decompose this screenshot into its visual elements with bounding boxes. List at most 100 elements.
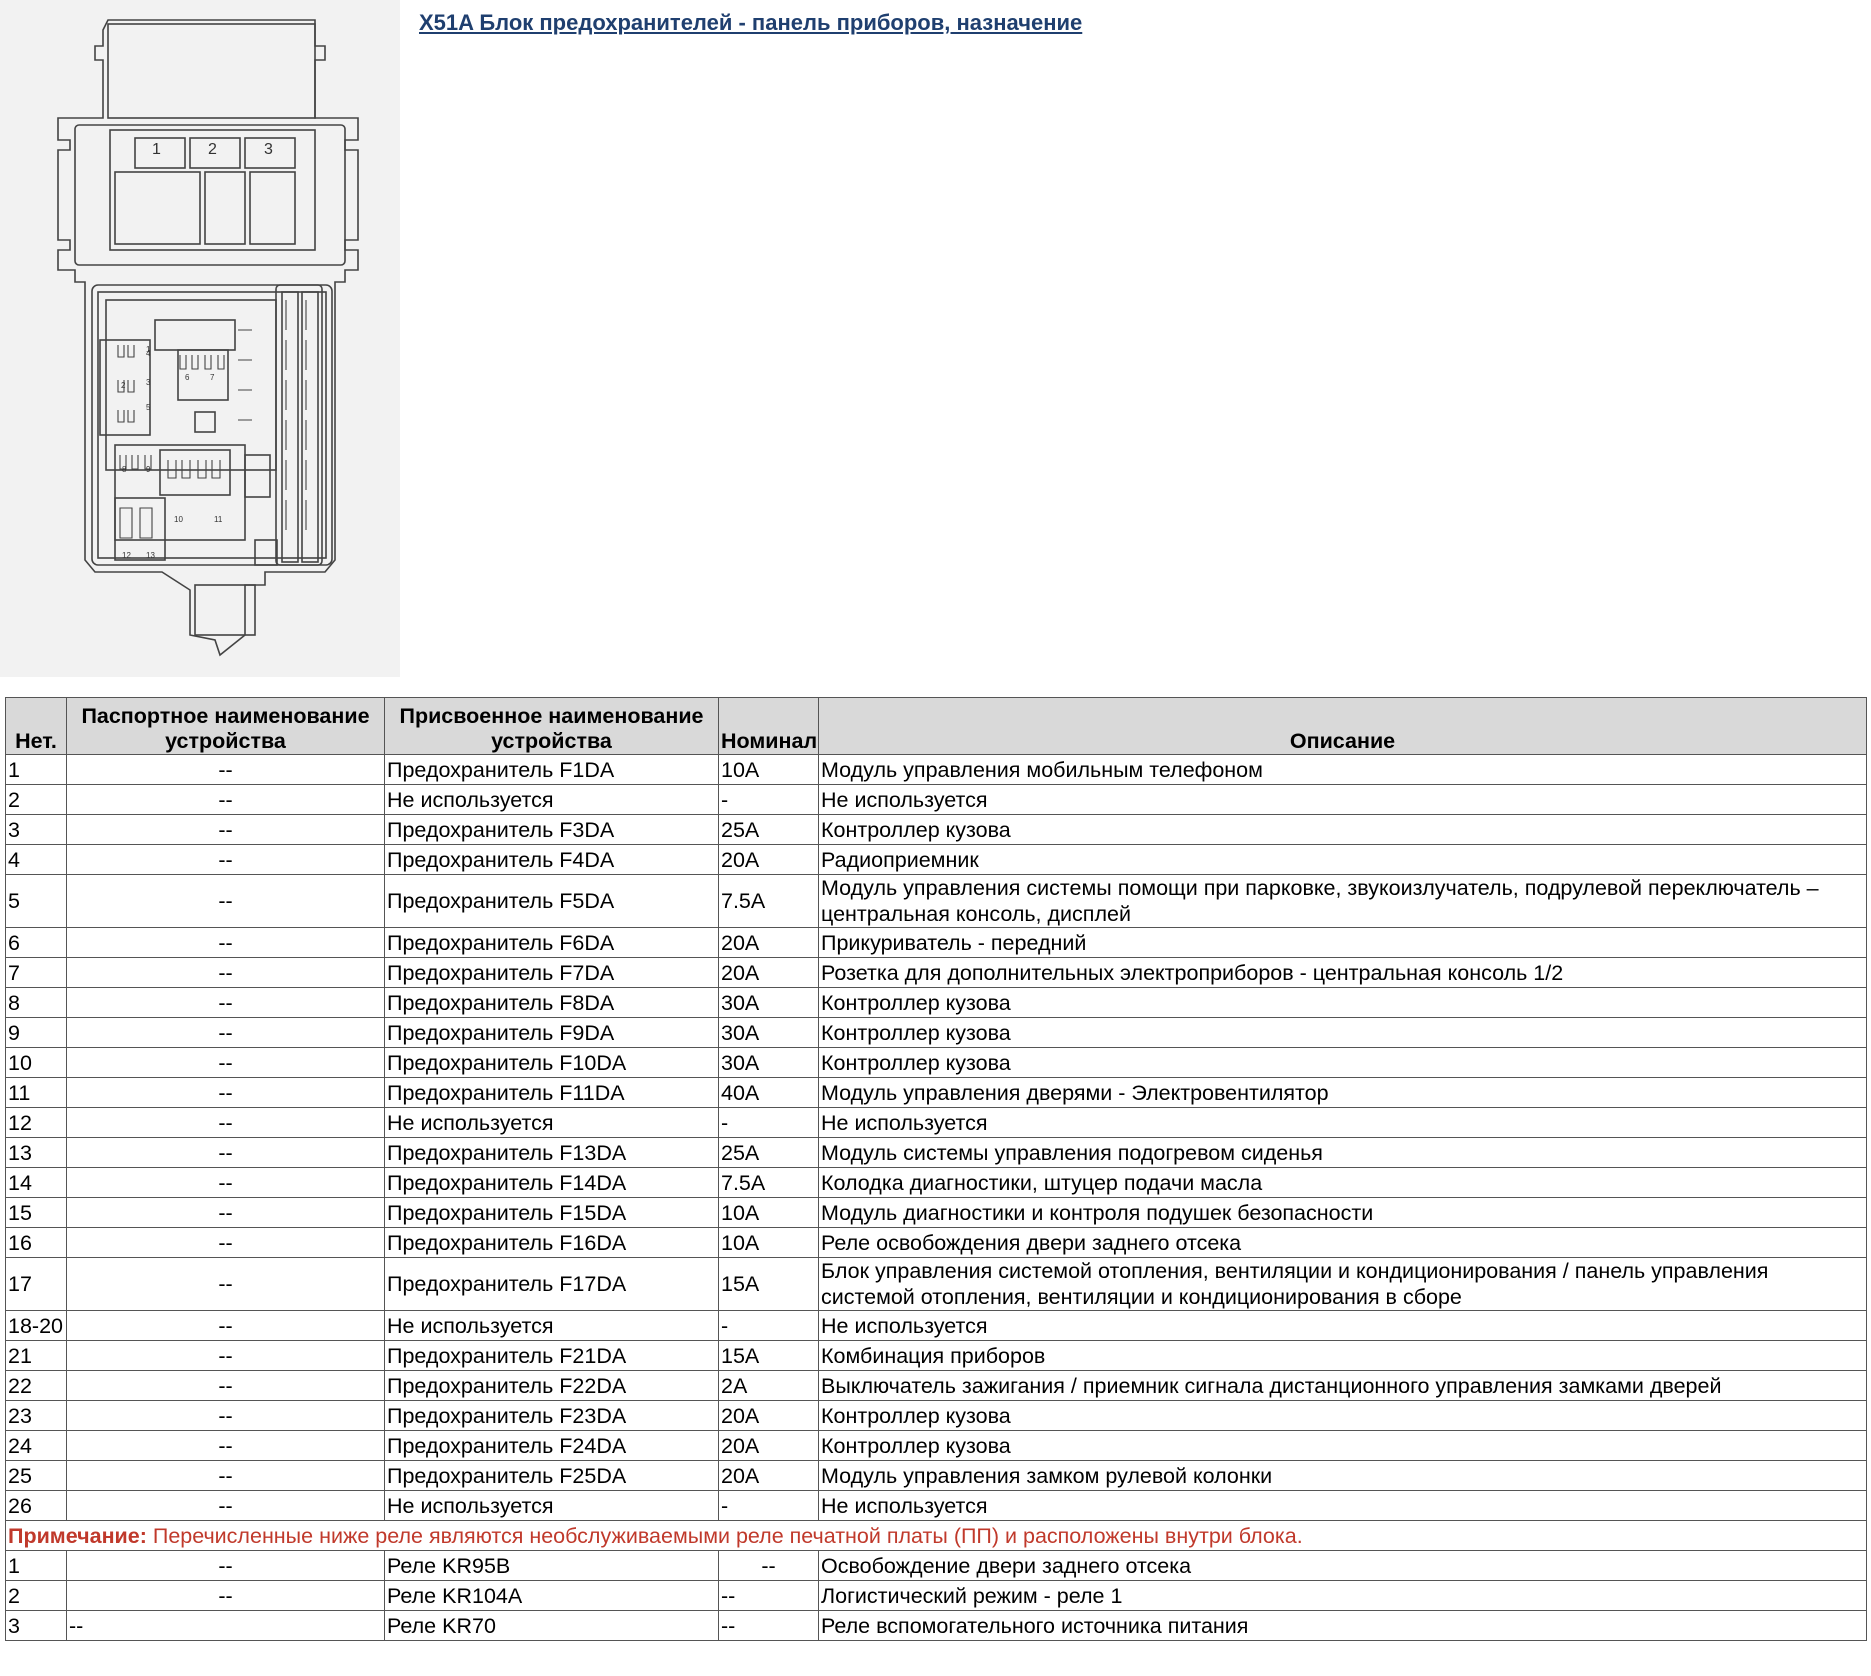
cell-description: Модуль управления мобильным телефоном	[818, 754, 1867, 785]
cell-num: 1	[5, 1550, 67, 1581]
table-row: 3 -- Предохранитель F3DA 25A Контроллер кузо…	[5, 814, 1867, 845]
cell-rating: 7.5A	[718, 874, 819, 928]
fuse-assignment-table: Нет. Паспортное наименование устройства …	[5, 697, 1867, 1641]
cell-description: Модуль управления дверями - Электровенти…	[818, 1077, 1867, 1108]
cell-num: 18-20	[5, 1310, 67, 1341]
cell-rating: 15A	[718, 1257, 819, 1311]
cell-num: 3	[5, 814, 67, 845]
fuse-label: 11	[214, 515, 223, 524]
cell-description: Контроллер кузова	[818, 814, 1867, 845]
cell-passport: --	[66, 784, 385, 815]
cell-rating: 20A	[718, 927, 819, 958]
cell-rating: 20A	[718, 957, 819, 988]
cell-num: 17	[5, 1257, 67, 1311]
page-title[interactable]: X51A Блок предохранителей - панель прибо…	[419, 10, 1082, 36]
cell-description: Прикуриватель - передний	[818, 927, 1867, 958]
cell-assigned: Предохранитель F13DA	[384, 1137, 719, 1168]
cell-num: 2	[5, 784, 67, 815]
table-row: 26 -- Не используется - Не используется	[5, 1490, 1867, 1521]
cell-rating: 10A	[718, 1227, 819, 1258]
cell-rating: 15A	[718, 1340, 819, 1371]
cell-rating: 20A	[718, 844, 819, 875]
cell-passport: --	[66, 1580, 385, 1611]
cell-description: Не используется	[818, 1107, 1867, 1138]
cell-description: Контроллер кузова	[818, 1047, 1867, 1078]
cell-assigned: Предохранитель F14DA	[384, 1167, 719, 1198]
cell-description: Не используется	[818, 784, 1867, 815]
fuse-label: 5	[146, 403, 151, 412]
cell-description: Выключатель зажигания / приемник сигнала…	[818, 1370, 1867, 1401]
cell-num: 15	[5, 1197, 67, 1228]
note-cell: Примечание: Перечисленные ниже реле явля…	[5, 1520, 1867, 1551]
fuse-label: 3	[146, 378, 151, 387]
cell-num: 2	[5, 1580, 67, 1611]
cell-num: 11	[5, 1077, 67, 1108]
cell-rating: 30A	[718, 987, 819, 1018]
cell-assigned: Не используется	[384, 784, 719, 815]
table-row: 10 -- Предохранитель F10DA 30A Контроллер ку…	[5, 1047, 1867, 1078]
cell-rating: --	[718, 1550, 819, 1581]
fuse-block-drawing: 1 2 3 1 2 3 4 5 6 7 8 9 10 11 12 13	[57, 19, 359, 657]
table-row: 15 -- Предохранитель F15DA 10A Модуль диагно…	[5, 1197, 1867, 1228]
cell-description: Контроллер кузова	[818, 987, 1867, 1018]
fuse-label: 9	[146, 465, 151, 474]
cell-description: Модуль управления системы помощи при пар…	[818, 874, 1867, 928]
cell-num: 23	[5, 1400, 67, 1431]
cell-rating: --	[718, 1580, 819, 1611]
table-row: 8 -- Предохранитель F8DA 30A Контроллер кузо…	[5, 987, 1867, 1018]
cell-assigned: Предохранитель F1DA	[384, 754, 719, 785]
cell-passport: --	[66, 1610, 385, 1641]
table-row: 13 -- Предохранитель F13DA 25A Модуль систем…	[5, 1137, 1867, 1168]
cell-num: 10	[5, 1047, 67, 1078]
cell-description: Розетка для дополнительных электроприбор…	[818, 957, 1867, 988]
table-row: 5 -- Предохранитель F5DA 7.5A Модуль управле…	[5, 874, 1867, 928]
cell-rating: 40A	[718, 1077, 819, 1108]
fuse-block-diagram: 1 2 3 1 2 3 4 5 6 7 8 9 10 11 12 13	[0, 0, 400, 677]
cell-assigned: Предохранитель F4DA	[384, 844, 719, 875]
cell-rating: -	[718, 1490, 819, 1521]
cell-rating: 20A	[718, 1400, 819, 1431]
relay-label: 2	[208, 141, 217, 158]
note-row: Примечание: Перечисленные ниже реле явля…	[5, 1520, 1867, 1551]
cell-description: Не используется	[818, 1310, 1867, 1341]
cell-description: Блок управления системой отопления, вент…	[818, 1257, 1867, 1311]
table-row: 9 -- Предохранитель F9DA 30A Контроллер кузо…	[5, 1017, 1867, 1048]
cell-assigned: Не используется	[384, 1310, 719, 1341]
cell-assigned: Предохранитель F11DA	[384, 1077, 719, 1108]
cell-num: 16	[5, 1227, 67, 1258]
cell-rating: 7.5A	[718, 1167, 819, 1198]
fuse-label: 8	[122, 465, 127, 474]
cell-assigned: Предохранитель F15DA	[384, 1197, 719, 1228]
table-row: 3 -- Реле KR70 -- Реле вспомогательного исто…	[5, 1610, 1867, 1641]
cell-assigned: Предохранитель F6DA	[384, 927, 719, 958]
table-row: 23 -- Предохранитель F23DA 20A Контроллер ку…	[5, 1400, 1867, 1431]
cell-assigned: Не используется	[384, 1107, 719, 1138]
cell-description: Колодка диагностики, штуцер подачи масла	[818, 1167, 1867, 1198]
cell-assigned: Предохранитель F22DA	[384, 1370, 719, 1401]
cell-assigned: Предохранитель F5DA	[384, 874, 719, 928]
cell-assigned: Предохранитель F23DA	[384, 1400, 719, 1431]
fuse-label: 6	[185, 373, 190, 382]
cell-num: 5	[5, 874, 67, 928]
cell-description: Радиоприемник	[818, 844, 1867, 875]
cell-passport: --	[66, 957, 385, 988]
cell-assigned: Предохранитель F8DA	[384, 987, 719, 1018]
cell-assigned: Не используется	[384, 1490, 719, 1521]
table-row: 22 -- Предохранитель F22DA 2A Выключатель за…	[5, 1370, 1867, 1401]
fuse-label: 4	[146, 349, 151, 358]
header-num: Нет.	[5, 697, 67, 755]
table-row: 17 -- Предохранитель F17DA 15A Блок управлен…	[5, 1257, 1867, 1311]
note-label: Примечание:	[8, 1523, 147, 1548]
cell-description: Комбинация приборов	[818, 1340, 1867, 1371]
table-row: 16 -- Предохранитель F16DA 10A Реле освобожд…	[5, 1227, 1867, 1258]
fuse-label: 12	[122, 551, 131, 560]
cell-passport: --	[66, 1400, 385, 1431]
cell-description: Контроллер кузова	[818, 1400, 1867, 1431]
cell-passport: --	[66, 1430, 385, 1461]
cell-assigned: Предохранитель F10DA	[384, 1047, 719, 1078]
cell-num: 3	[5, 1610, 67, 1641]
cell-rating: 20A	[718, 1460, 819, 1491]
cell-rating: 30A	[718, 1017, 819, 1048]
table-row: 7 -- Предохранитель F7DA 20A Розетка для доп…	[5, 957, 1867, 988]
table-row: 2 -- Реле KR104A -- Логистический режим - ре…	[5, 1580, 1867, 1611]
